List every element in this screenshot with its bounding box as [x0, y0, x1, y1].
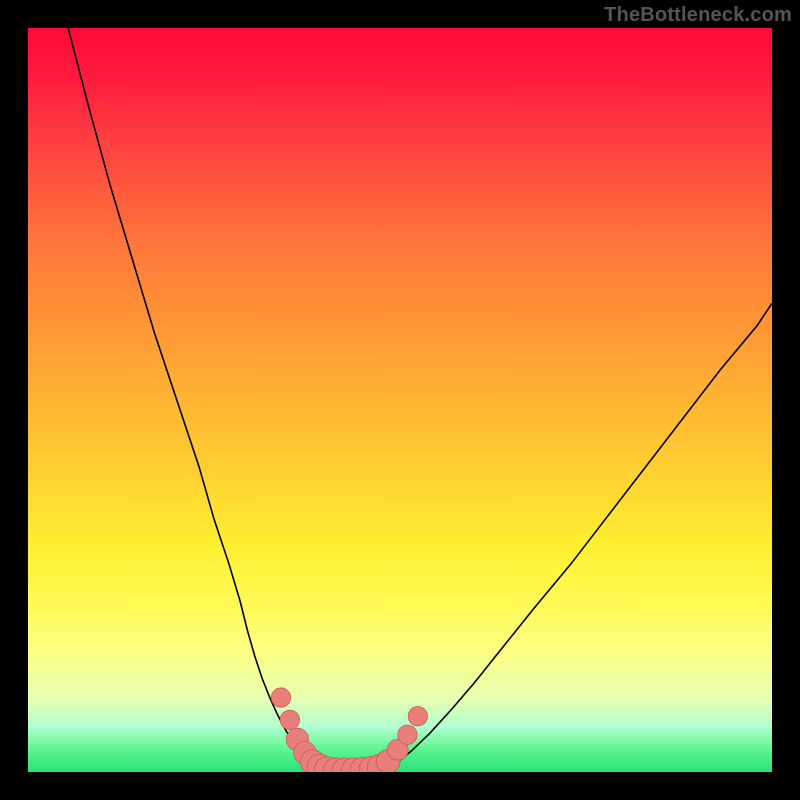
data-marker	[271, 688, 290, 707]
curve-layer	[28, 28, 772, 772]
plot-area	[28, 28, 772, 772]
data-marker	[408, 707, 427, 726]
watermark-text: TheBottleneck.com	[604, 4, 792, 27]
bottleneck-curve-right	[384, 303, 772, 770]
bottleneck-curve-left	[68, 28, 321, 771]
data-marker	[398, 725, 417, 744]
chart-frame: TheBottleneck.com	[0, 0, 800, 800]
marker-group	[271, 688, 427, 772]
data-marker	[280, 710, 299, 729]
